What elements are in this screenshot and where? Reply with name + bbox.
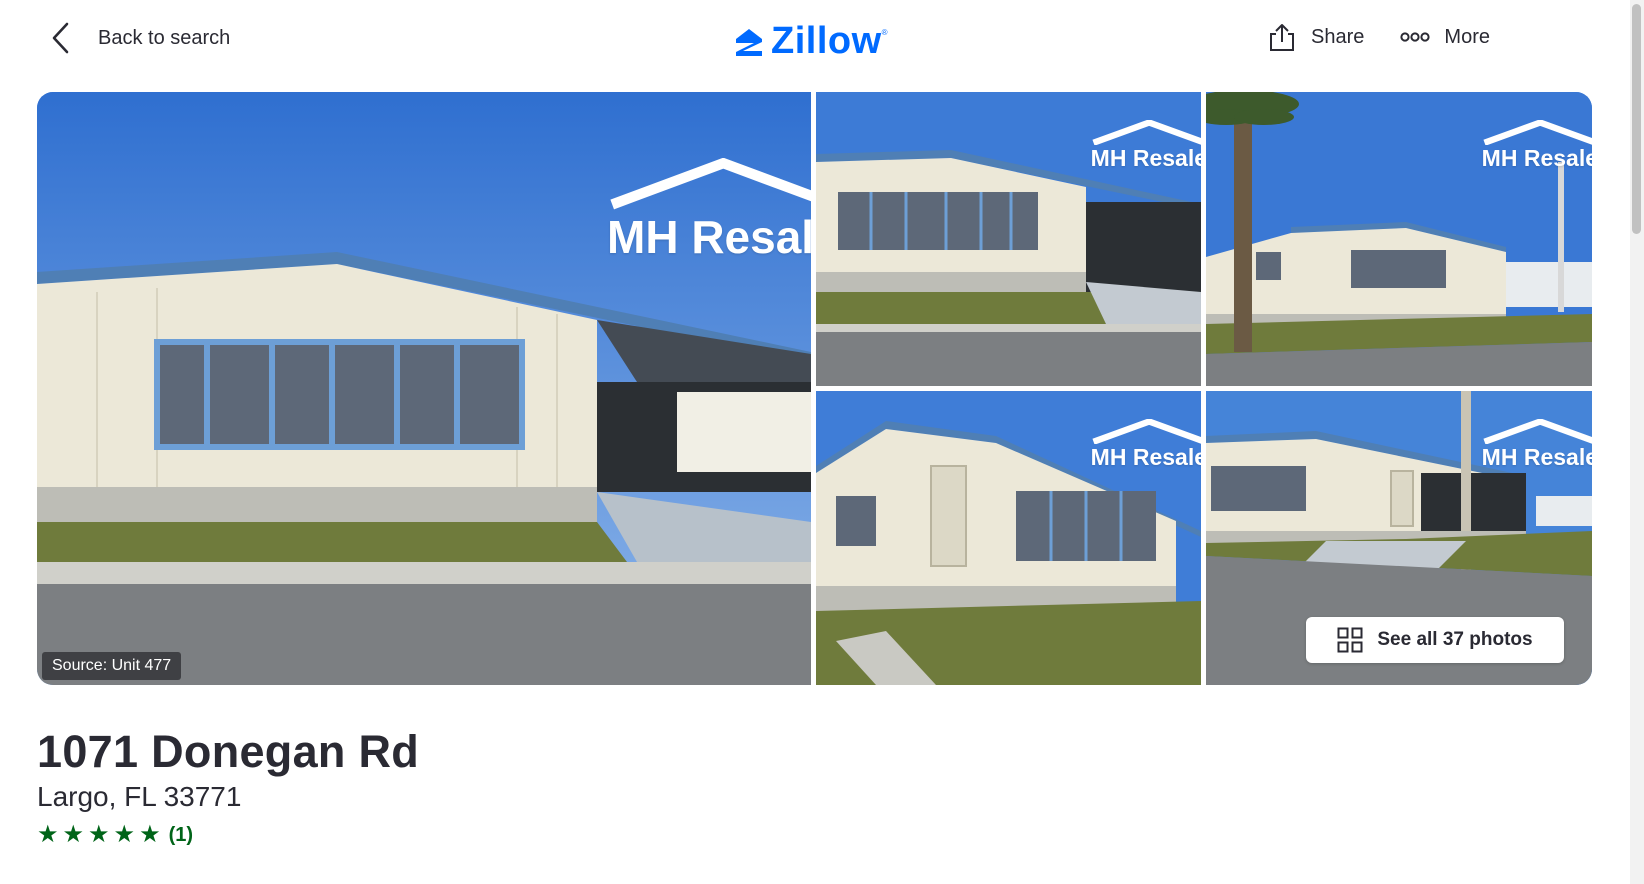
photo-gallery: MH Resale Source: Unit 477 MH Resale: [37, 92, 1592, 685]
main-photo[interactable]: MH Resale Source: Unit 477: [37, 92, 811, 685]
rating-stars[interactable]: ★ ★ ★ ★ ★ (1): [37, 823, 193, 847]
see-all-photos-label: See all 37 photos: [1377, 629, 1533, 650]
watermark-photo-4: MH Resale: [1091, 419, 1201, 471]
zillow-logo[interactable]: Zillow ®: [733, 20, 888, 63]
zillow-wordmark: Zillow: [771, 20, 882, 62]
watermark-text: MH Resale: [1090, 145, 1201, 172]
watermark-roof-icon: [1483, 120, 1592, 146]
gallery-photo-4[interactable]: MH Resale: [816, 391, 1201, 685]
top-header: Back to search Zillow ® Share More: [0, 0, 1600, 80]
listing-address: 1071 Donegan Rd: [37, 726, 420, 777]
watermark-text: MH Resale: [1090, 444, 1201, 471]
rating-count: (1): [168, 823, 194, 846]
star-icon: ★: [139, 821, 161, 848]
watermark-roof-icon: [610, 158, 811, 210]
watermark-roof-icon: [1483, 419, 1592, 445]
listing-city-state-zip: Largo, FL 33771: [37, 781, 242, 812]
star-icon: ★: [37, 821, 59, 848]
watermark-roof-icon: [1092, 120, 1201, 146]
chevron-left-icon: [52, 22, 69, 54]
page-scrollbar[interactable]: [1630, 0, 1644, 884]
more-label: More: [1444, 25, 1490, 48]
watermark-photo-2: MH Resale: [1091, 120, 1201, 172]
star-icon: ★: [88, 821, 110, 848]
more-button[interactable]: More: [1400, 26, 1490, 49]
gallery-photo-3[interactable]: MH Resale: [1206, 92, 1592, 386]
watermark-text: MH Resale: [1481, 145, 1592, 172]
back-to-search-link[interactable]: Back to search: [50, 22, 230, 54]
watermark-text: MH Resale: [1481, 444, 1592, 471]
grid-icon: [1337, 627, 1363, 653]
watermark-main: MH Resale: [607, 158, 811, 264]
watermark-photo-5: MH Resale: [1482, 419, 1592, 471]
gallery-photo-2[interactable]: MH Resale: [816, 92, 1201, 386]
star-icon: ★: [62, 821, 85, 848]
zillow-house-icon: [736, 28, 762, 56]
header-actions: Share More: [1267, 22, 1490, 52]
share-label: Share: [1311, 25, 1365, 48]
back-to-search-label: Back to search: [98, 26, 231, 49]
share-button[interactable]: Share: [1267, 22, 1364, 52]
star-icon: ★: [113, 821, 136, 848]
see-all-photos-button[interactable]: See all 37 photos: [1306, 617, 1564, 663]
scrollbar-thumb[interactable]: [1632, 4, 1641, 234]
watermark-text: MH Resale: [607, 210, 811, 263]
watermark-roof-icon: [1092, 419, 1201, 445]
registered-mark: ®: [881, 28, 888, 37]
share-icon: [1270, 24, 1295, 51]
watermark-photo-3: MH Resale: [1482, 120, 1592, 172]
source-badge: Source: Unit 477: [42, 652, 182, 680]
more-dots-icon: [1400, 32, 1431, 42]
